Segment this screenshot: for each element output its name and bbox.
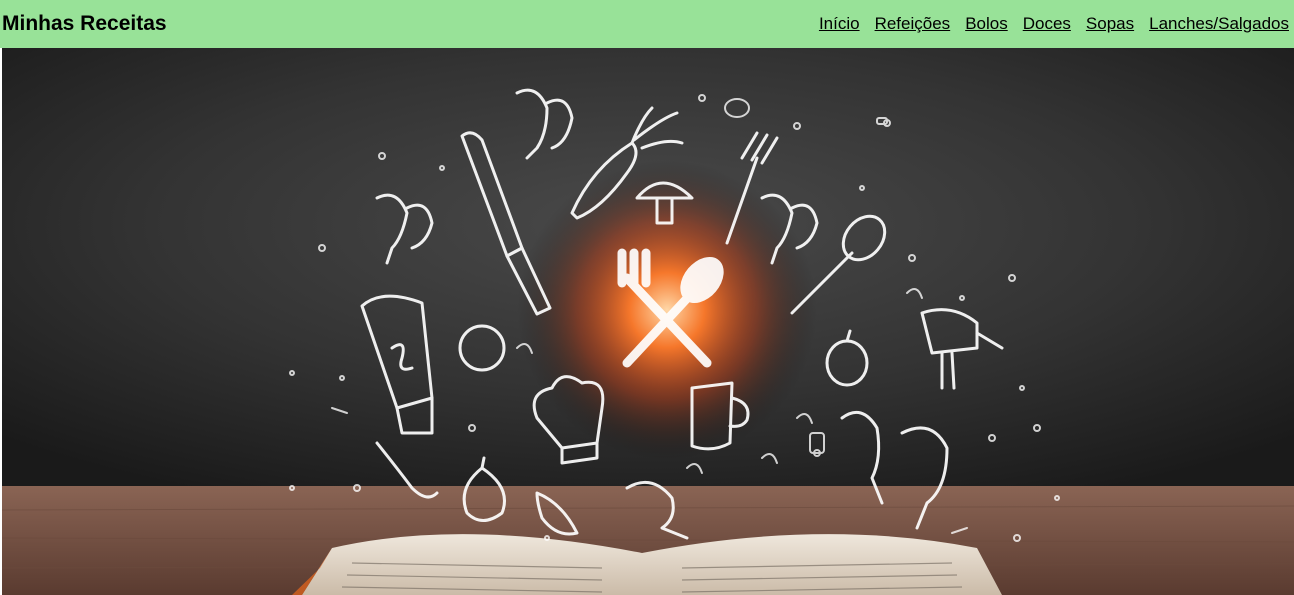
nav-link-inicio[interactable]: Início [819,14,860,34]
nav-link-refeicoes[interactable]: Refeições [875,14,951,34]
top-navbar: Minhas Receitas Início Refeições Bolos D… [0,0,1294,48]
main-nav: Início Refeições Bolos Doces Sopas Lanch… [819,14,1289,34]
hero-banner-image [2,48,1294,595]
page: Minhas Receitas Início Refeições Bolos D… [0,0,1294,595]
nav-link-lanches-salgados[interactable]: Lanches/Salgados [1149,14,1289,34]
nav-link-bolos[interactable]: Bolos [965,14,1008,34]
nav-link-sopas[interactable]: Sopas [1086,14,1134,34]
site-title[interactable]: Minhas Receitas [2,12,167,36]
glow-light [517,160,817,460]
cookbook-doodles-illustration [2,48,1294,595]
nav-link-doces[interactable]: Doces [1023,14,1071,34]
